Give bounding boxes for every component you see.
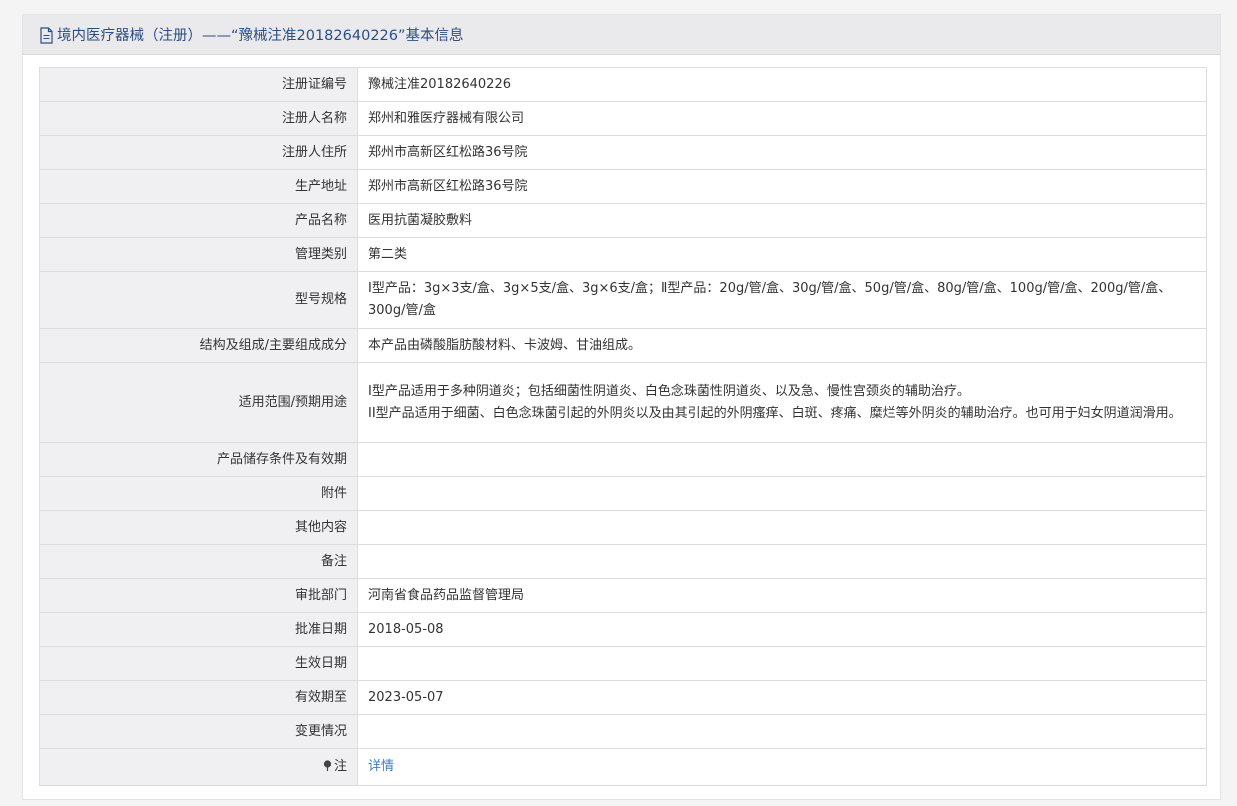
row-label: 有效期至 — [39, 680, 358, 715]
table-row: 备注 — [39, 544, 1207, 579]
table-row: 注册人住所 郑州市高新区红松路36号院 — [39, 135, 1207, 170]
row-value: 郑州市高新区红松路36号院 — [357, 135, 1207, 170]
row-value — [357, 442, 1207, 477]
table-row: 生产地址 郑州市高新区红松路36号院 — [39, 169, 1207, 204]
table-row: 生效日期 — [39, 646, 1207, 681]
row-label: 管理类别 — [39, 237, 358, 272]
row-label: 型号规格 — [39, 271, 358, 329]
note-label: 注 — [333, 759, 347, 774]
row-label: 批准日期 — [39, 612, 358, 647]
row-value: I型产品适用于多种阴道炎；包括细菌性阴道炎、白色念珠菌性阴道炎、以及急、慢性宫颈… — [357, 362, 1207, 443]
table-row: 审批部门 河南省食品药品监督管理局 — [39, 578, 1207, 613]
row-value: 2023-05-07 — [357, 680, 1207, 715]
row-value: 郑州和雅医疗器械有限公司 — [357, 101, 1207, 136]
table-row: 型号规格 Ⅰ型产品：3g×3支/盒、3g×5支/盒、3g×6支/盒；Ⅱ型产品：2… — [39, 271, 1207, 329]
pin-icon — [323, 757, 332, 771]
row-label: 注册人住所 — [39, 135, 358, 170]
row-label: 其他内容 — [39, 510, 358, 545]
row-label: 审批部门 — [39, 578, 358, 613]
row-label: 备注 — [39, 544, 358, 579]
row-label: 生效日期 — [39, 646, 358, 681]
info-table: 注册证编号 豫械注准20182640226 注册人名称 郑州和雅医疗器械有限公司… — [39, 67, 1207, 786]
table-row: 产品名称 医用抗菌凝胶敷料 — [39, 203, 1207, 238]
info-panel: 境内医疗器械（注册）——“豫械注准20182640226”基本信息 注册证编号 … — [22, 14, 1221, 800]
table-row: 产品储存条件及有效期 — [39, 442, 1207, 477]
panel-header: 境内医疗器械（注册）——“豫械注准20182640226”基本信息 — [23, 15, 1220, 55]
row-label: 产品储存条件及有效期 — [39, 442, 358, 477]
table-row-note: 注 详情 — [39, 748, 1207, 786]
table-row: 批准日期 2018-05-08 — [39, 612, 1207, 647]
row-value: 本产品由磷酸脂肪酸材料、卡波姆、甘油组成。 — [357, 328, 1207, 363]
table-row: 注册人名称 郑州和雅医疗器械有限公司 — [39, 101, 1207, 136]
row-value — [357, 544, 1207, 579]
row-value: 第二类 — [357, 237, 1207, 272]
table-row: 其他内容 — [39, 510, 1207, 545]
row-value: 河南省食品药品监督管理局 — [357, 578, 1207, 613]
page-title: 境内医疗器械（注册）——“豫械注准20182640226”基本信息 — [57, 28, 464, 44]
table-row: 附件 — [39, 476, 1207, 511]
table-row: 注册证编号 豫械注准20182640226 — [39, 67, 1207, 102]
row-value — [357, 476, 1207, 511]
row-label: 注 — [39, 748, 358, 786]
table-row: 有效期至 2023-05-07 — [39, 680, 1207, 715]
row-value: 郑州市高新区红松路36号院 — [357, 169, 1207, 204]
row-label: 适用范围/预期用途 — [39, 362, 358, 443]
row-value: Ⅰ型产品：3g×3支/盒、3g×5支/盒、3g×6支/盒；Ⅱ型产品：20g/管/… — [357, 271, 1207, 329]
row-label: 注册人名称 — [39, 101, 358, 136]
table-row: 结构及组成/主要组成成分 本产品由磷酸脂肪酸材料、卡波姆、甘油组成。 — [39, 328, 1207, 363]
row-value: 2018-05-08 — [357, 612, 1207, 647]
details-link[interactable]: 详情 — [368, 759, 394, 774]
row-value — [357, 646, 1207, 681]
document-icon — [39, 27, 54, 44]
row-label: 变更情况 — [39, 714, 358, 749]
row-value: 详情 — [357, 748, 1207, 786]
row-value — [357, 510, 1207, 545]
usage-line: I型产品适用于多种阴道炎；包括细菌性阴道炎、白色念珠菌性阴道炎、以及急、慢性宫颈… — [368, 383, 970, 399]
row-label: 产品名称 — [39, 203, 358, 238]
row-value: 医用抗菌凝胶敷料 — [357, 203, 1207, 238]
table-row: 适用范围/预期用途 I型产品适用于多种阴道炎；包括细菌性阴道炎、白色念珠菌性阴道… — [39, 362, 1207, 443]
row-label: 注册证编号 — [39, 67, 358, 102]
table-row: 变更情况 — [39, 714, 1207, 749]
table-row: 管理类别 第二类 — [39, 237, 1207, 272]
row-label: 生产地址 — [39, 169, 358, 204]
usage-line: II型产品适用于细菌、白色念珠菌引起的外阴炎以及由其引起的外阴瘙痒、白斑、疼痛、… — [368, 405, 1182, 421]
row-label: 附件 — [39, 476, 358, 511]
row-value — [357, 714, 1207, 749]
row-label: 结构及组成/主要组成成分 — [39, 328, 358, 363]
row-value: 豫械注准20182640226 — [357, 67, 1207, 102]
